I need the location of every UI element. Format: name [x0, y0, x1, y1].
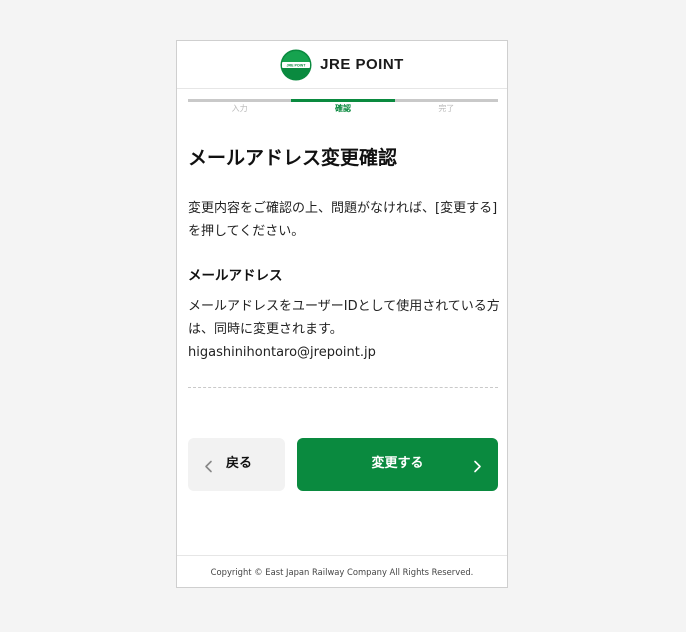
- step-confirm: 確認: [291, 99, 395, 123]
- svg-text:JRE POINT: JRE POINT: [287, 63, 307, 67]
- back-button-label: 戻る: [226, 456, 253, 471]
- email-change-confirm-card: JRE POINT JRE POINT 入力 確認 完了 メールアドレス変更確認…: [176, 40, 508, 588]
- step-label: 確認: [334, 104, 351, 113]
- step-input: 入力: [188, 99, 292, 123]
- divider: [188, 387, 498, 388]
- page-description: 変更内容をご確認の上、問題がなければ、[変更する]を押してください。: [188, 201, 498, 239]
- brand-name: JRE POINT: [320, 56, 404, 73]
- chevron-right-icon: [473, 458, 482, 473]
- submit-button-label: 変更する: [371, 456, 424, 471]
- back-button[interactable]: 戻る: [188, 438, 285, 491]
- header: JRE POINT JRE POINT: [177, 41, 507, 89]
- new-email-value: higashinihontaro@jrepoint.jp: [188, 345, 376, 360]
- submit-change-button[interactable]: 変更する: [297, 438, 498, 491]
- page-title: メールアドレス変更確認: [188, 147, 398, 169]
- email-section-heading: メールアドレス: [188, 268, 283, 284]
- step-bar: [394, 99, 498, 102]
- step-bar: [188, 99, 292, 102]
- step-complete: 完了: [394, 99, 498, 123]
- copyright-text: Copyright © East Japan Railway Company A…: [210, 567, 474, 577]
- jre-point-logo-icon: JRE POINT: [280, 49, 312, 81]
- step-label: 入力: [231, 104, 248, 113]
- footer: Copyright © East Japan Railway Company A…: [177, 555, 507, 588]
- step-bar: [291, 99, 395, 102]
- progress-steps: 入力 確認 完了: [188, 99, 498, 123]
- email-section-note: メールアドレスをユーザーIDとして使用されている方は、同時に変更されます。: [188, 299, 500, 337]
- chevron-left-icon: [204, 458, 213, 473]
- step-label: 完了: [438, 104, 455, 113]
